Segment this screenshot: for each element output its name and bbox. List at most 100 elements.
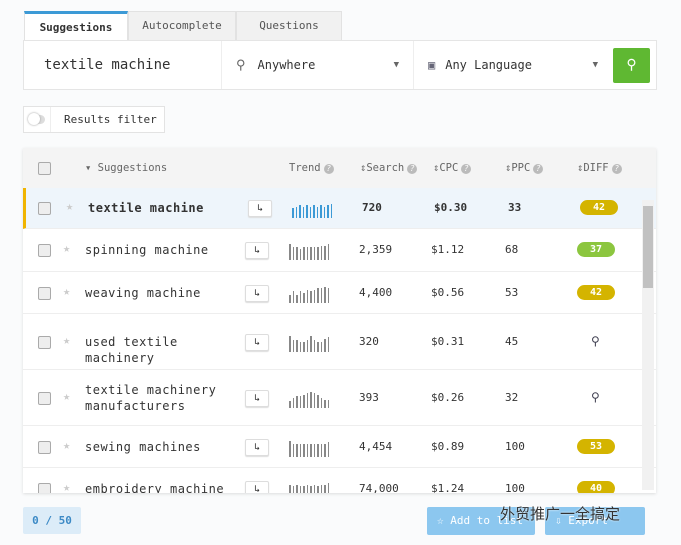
trend-bar	[320, 288, 322, 303]
trend-bar	[306, 340, 308, 352]
tab-autocomplete[interactable]: Autocomplete	[128, 11, 236, 40]
results-filter[interactable]: Results filter	[23, 106, 165, 133]
search-button[interactable]: ⚲	[613, 47, 650, 83]
diff-badge: 42	[580, 200, 618, 215]
keyword-text[interactable]: weaving machine	[85, 285, 225, 301]
trend-bar	[323, 206, 325, 218]
row-checkbox[interactable]	[38, 244, 51, 257]
diff-badge: 37	[577, 242, 615, 257]
search-volume: 4,400	[359, 285, 393, 299]
use-keyword-button[interactable]: ↳	[248, 200, 272, 217]
header-suggestions[interactable]: ▾ Suggestions	[85, 162, 167, 174]
cpc-value: $0.56	[431, 285, 465, 299]
trend-bar	[289, 294, 291, 303]
cpc-value: $0.31	[431, 334, 465, 348]
trend-bar	[316, 206, 318, 218]
table-row[interactable]: ★ weaving machine ↳ 4,400 $0.56 53 42	[23, 272, 656, 314]
trend-bar	[327, 244, 329, 260]
select-all-checkbox[interactable]	[38, 162, 51, 175]
filter-toggle[interactable]	[24, 107, 51, 132]
use-keyword-button[interactable]: ↳	[245, 242, 269, 259]
use-keyword-button[interactable]: ↳	[245, 333, 269, 351]
keyword-text[interactable]: textile machinery manufacturers	[85, 382, 225, 414]
cpc-value: $1.12	[431, 243, 465, 256]
scrollbar[interactable]	[642, 200, 654, 490]
star-icon[interactable]: ★	[63, 284, 70, 298]
trend-bar	[292, 291, 294, 303]
use-keyword-button[interactable]: ↳	[245, 284, 269, 302]
tab-suggestions[interactable]: Suggestions	[24, 11, 128, 40]
table-row[interactable]: ★ textile machine ↳ 720 $0.30 33 42	[23, 188, 656, 229]
table-row[interactable]: ★ textile machinery manufacturers ↳ 393 …	[23, 370, 656, 426]
trend-bar	[310, 247, 312, 260]
keyword-input[interactable]: textile machine	[24, 41, 222, 89]
translate-icon: ▣	[428, 58, 436, 72]
row-checkbox[interactable]	[38, 286, 51, 300]
trend-bar	[317, 486, 319, 493]
trend-bar	[324, 484, 326, 493]
trend-bar	[299, 291, 301, 303]
language-value: Any Language	[445, 58, 532, 72]
cpc-value: $0.89	[431, 439, 465, 453]
header-search[interactable]: ⇕Search?	[360, 162, 418, 174]
search-volume: 74,000	[359, 482, 399, 493]
trend-bar	[296, 340, 298, 352]
trend-bar	[289, 244, 291, 260]
row-checkbox[interactable]	[38, 335, 51, 349]
star-icon[interactable]: ★	[66, 199, 73, 213]
keyword-text[interactable]: sewing machines	[85, 439, 225, 455]
star-icon[interactable]: ★	[63, 333, 70, 347]
trend-bar	[289, 484, 291, 493]
help-icon: ?	[611, 164, 622, 174]
trend-bar	[299, 443, 301, 457]
ppc-value: 68	[505, 243, 519, 256]
trend-bar	[303, 247, 305, 260]
trend-bar	[309, 206, 311, 218]
row-checkbox[interactable]	[38, 202, 51, 215]
language-select[interactable]: ▣ Any Language ▼	[414, 41, 612, 89]
row-checkbox[interactable]	[38, 483, 51, 493]
trend-bar	[299, 248, 301, 260]
header-diff[interactable]: ⇕DIFF?	[577, 162, 622, 174]
header-ppc[interactable]: ⇕PPC?	[505, 162, 544, 174]
trend-bar	[320, 245, 322, 260]
row-checkbox[interactable]	[38, 440, 51, 454]
trend-bar	[317, 443, 319, 457]
help-icon: ?	[323, 164, 334, 174]
table-row[interactable]: ★ embroidery machine ↳ 74,000 $1.24 100 4…	[23, 468, 656, 493]
ppc-value: 32	[505, 390, 519, 404]
trend-bar	[306, 393, 308, 408]
trend-bar	[327, 483, 329, 493]
star-icon[interactable]: ★	[63, 480, 70, 493]
star-icon[interactable]: ★	[63, 438, 70, 452]
header-cpc[interactable]: ⇕CPC?	[433, 162, 472, 174]
keyword-text[interactable]: embroidery machine	[85, 481, 225, 493]
use-keyword-button[interactable]: ↳	[245, 438, 269, 456]
location-select[interactable]: ⚲ Anywhere ▼	[222, 41, 414, 89]
table-row[interactable]: ★ used textile machinery ↳ 320 $0.31 45 ⚲	[23, 314, 656, 370]
use-keyword-button[interactable]: ↳	[245, 481, 269, 493]
table-row[interactable]: ★ sewing machines ↳ 4,454 $0.89 100 53	[23, 426, 656, 468]
star-icon[interactable]: ★	[63, 389, 70, 403]
suggestions-table: ▾ Suggestions Trend? ⇕Search? ⇕CPC? ⇕PPC…	[23, 148, 656, 493]
keyword-text[interactable]: used textile machinery	[85, 334, 225, 366]
search-icon[interactable]: ⚲	[591, 390, 600, 404]
search-volume: 4,454	[359, 439, 393, 453]
keyword-text[interactable]: textile machine	[88, 200, 228, 216]
tab-questions[interactable]: Questions	[236, 11, 342, 40]
help-icon: ?	[461, 164, 472, 174]
trend-bar	[296, 443, 298, 457]
ppc-value: 45	[505, 334, 519, 348]
trend-bar	[310, 443, 312, 457]
trend-bar	[292, 208, 294, 218]
use-keyword-button[interactable]: ↳	[245, 389, 269, 407]
keyword-text[interactable]: spinning machine	[85, 242, 225, 258]
search-volume: 393	[359, 390, 379, 404]
row-checkbox[interactable]	[38, 391, 51, 405]
watermark: 外贸推广一全搞定	[500, 505, 621, 523]
trend-bar	[324, 399, 326, 408]
search-icon[interactable]: ⚲	[591, 334, 600, 348]
table-row[interactable]: ★ spinning machine ↳ 2,359 $1.12 68 37	[23, 229, 656, 272]
map-pin-icon: ⚲	[236, 57, 246, 73]
star-icon[interactable]: ★	[63, 241, 70, 255]
